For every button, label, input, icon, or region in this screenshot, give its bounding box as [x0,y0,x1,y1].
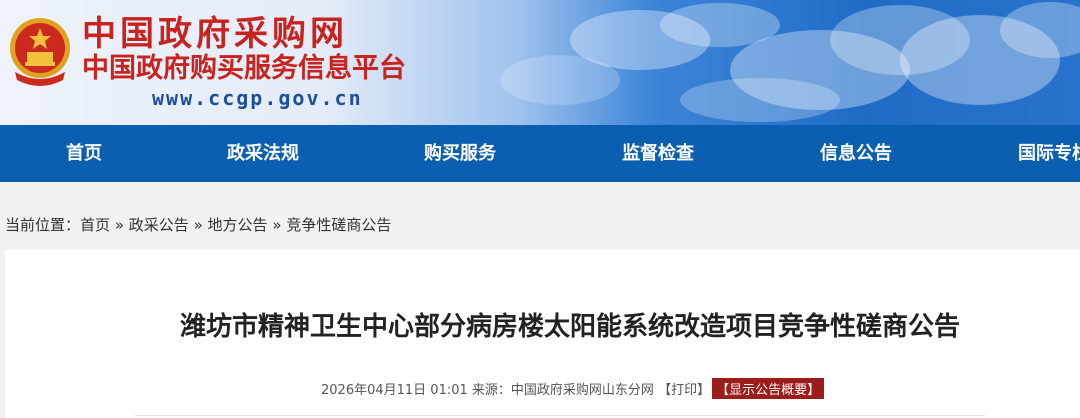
article-title: 潍坊市精神卫生中心部分病房楼太阳能系统改造项目竞争性磋商公告 [179,312,960,342]
article-meta: 2026年04月11日 01:01 来源：中国政府采购网山东分网 【打印】 【显示… [321,378,825,399]
show-summary-button[interactable]: 【显示公告概要】 [712,378,825,399]
main-nav: 首页 政采法规 购买服务 监督检查 信息公告 国际专栏 [0,125,1080,182]
nav-item-purchase-services[interactable]: 购买服务 [424,125,496,182]
publish-date: 2026年04月11日 01:01 [321,383,468,398]
nav-item-international[interactable]: 国际专栏 [1018,125,1080,182]
breadcrumb-procurement-notices[interactable]: 政采公告 [129,216,189,234]
breadcrumb-separator: » [193,216,203,234]
breadcrumb-prefix: 当前位置： [5,216,81,234]
site-title: 中国政府采购网 [82,14,348,54]
national-emblem-icon [10,18,70,86]
site-url[interactable]: www.ccgp.gov.cn [152,86,363,110]
nav-item-announcements[interactable]: 信息公告 [820,125,892,182]
nav-item-home[interactable]: 首页 [66,125,102,182]
breadcrumb-separator: » [114,216,124,234]
breadcrumb-home[interactable]: 首页 [80,216,110,234]
breadcrumb-competitive-consultation[interactable]: 竞争性磋商公告 [286,216,391,234]
breadcrumb-separator: » [272,216,282,234]
divider [135,415,985,416]
breadcrumb: 当前位置：首页 » 政采公告 » 地方公告 » 竞争性磋商公告 [5,214,391,235]
nav-item-supervision[interactable]: 监督检查 [622,125,694,182]
site-header: 中国政府采购网 中国政府购买服务信息平台 www.ccgp.gov.cn [0,0,1080,125]
nav-item-regulations[interactable]: 政采法规 [227,125,299,182]
source-name: 中国政府采购网山东分网 [510,383,654,398]
print-button[interactable]: 【打印】 [658,383,710,398]
source-label: 来源： [471,383,511,398]
site-subtitle: 中国政府购买服务信息平台 [82,53,406,84]
breadcrumb-local-notices[interactable]: 地方公告 [208,216,268,234]
article-panel: 潍坊市精神卫生中心部分病房楼太阳能系统改造项目竞争性磋商公告 2026年04月1… [5,250,1080,418]
